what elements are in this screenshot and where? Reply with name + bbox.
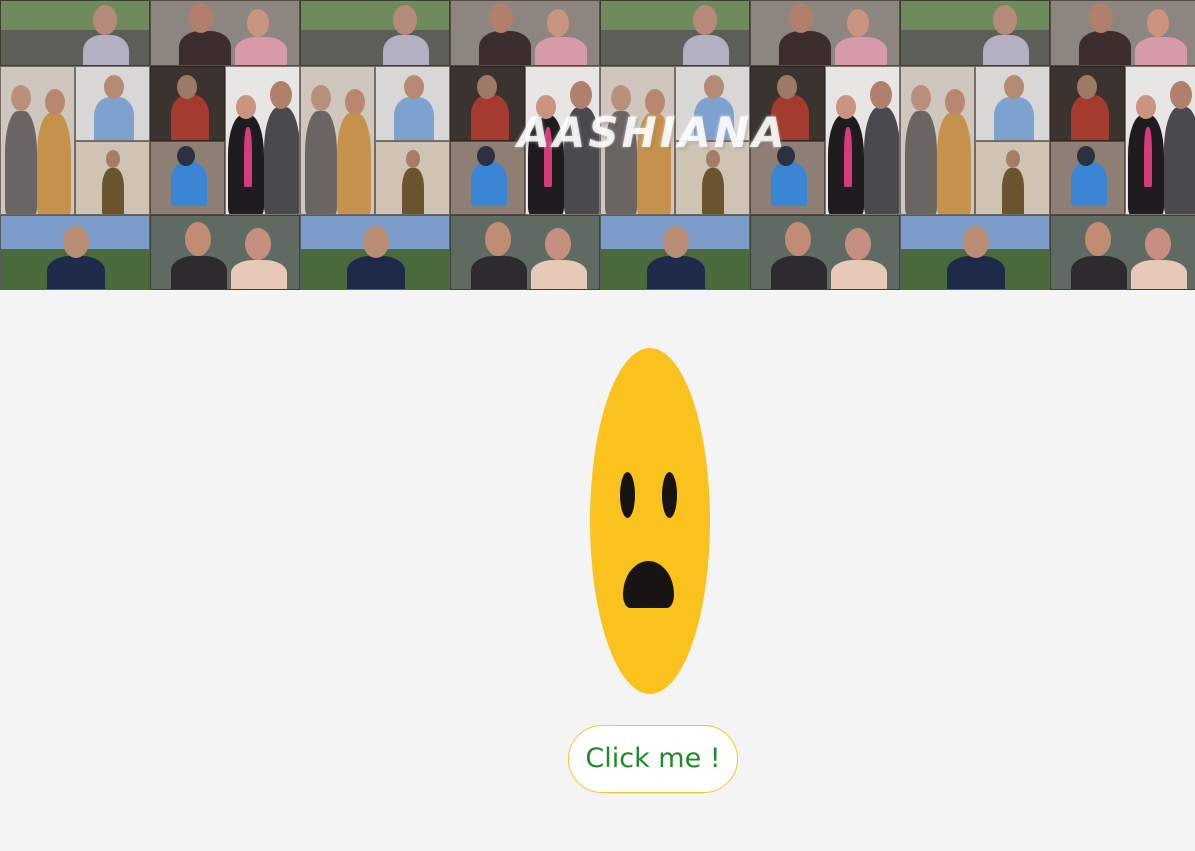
photo-man-shirt xyxy=(75,66,150,141)
frown-mouth xyxy=(623,561,674,608)
photo-couple xyxy=(450,0,600,66)
photo-woman-balcony xyxy=(675,141,750,215)
photo-boy-rocks xyxy=(1050,141,1125,215)
photo-boy-mountains xyxy=(0,215,150,290)
photo-couple xyxy=(1050,0,1195,66)
photo-boy-rocks xyxy=(750,141,825,215)
photo-couple-festive xyxy=(750,215,900,290)
photo-couple-festive xyxy=(1050,215,1195,290)
collage-tile xyxy=(600,0,900,290)
sad-face-emoji xyxy=(590,348,710,694)
photo-boy-mountains xyxy=(300,215,450,290)
photo-couple-festive xyxy=(150,215,300,290)
photo-man-shirt xyxy=(675,66,750,141)
collage-tile xyxy=(900,0,1195,290)
photo-elder-couple xyxy=(300,66,375,215)
photo-boy-rocks xyxy=(150,141,225,215)
photo-couple xyxy=(150,0,300,66)
photo-woman-garden xyxy=(900,0,1050,66)
photo-woman-garden xyxy=(300,0,450,66)
photo-woman-car xyxy=(750,66,825,141)
photo-boy-rocks xyxy=(450,141,525,215)
photo-elder-couple xyxy=(0,66,75,215)
photo-woman-car xyxy=(150,66,225,141)
photo-woman-balcony xyxy=(75,141,150,215)
photo-woman-balcony xyxy=(375,141,450,215)
photo-woman-car xyxy=(1050,66,1125,141)
click-me-button[interactable]: Click me ! xyxy=(568,725,738,793)
photo-couple-standing xyxy=(1125,66,1195,215)
photo-couple xyxy=(750,0,900,66)
photo-boy-mountains xyxy=(900,215,1050,290)
right-eye xyxy=(662,472,677,518)
collage-tile xyxy=(300,0,600,290)
left-eye xyxy=(620,472,635,518)
collage-tile xyxy=(0,0,300,290)
photo-boy-mountains xyxy=(600,215,750,290)
photo-woman-balcony xyxy=(975,141,1050,215)
photo-elder-couple xyxy=(600,66,675,215)
photo-couple-festive xyxy=(450,215,600,290)
photo-collage-banner: AASHIANA xyxy=(0,0,1195,290)
photo-couple-standing xyxy=(525,66,600,215)
photo-couple-standing xyxy=(825,66,900,215)
photo-woman-garden xyxy=(0,0,150,66)
photo-man-shirt xyxy=(375,66,450,141)
photo-elder-couple xyxy=(900,66,975,215)
photo-woman-garden xyxy=(600,0,750,66)
photo-couple-standing xyxy=(225,66,300,215)
photo-woman-car xyxy=(450,66,525,141)
photo-man-shirt xyxy=(975,66,1050,141)
